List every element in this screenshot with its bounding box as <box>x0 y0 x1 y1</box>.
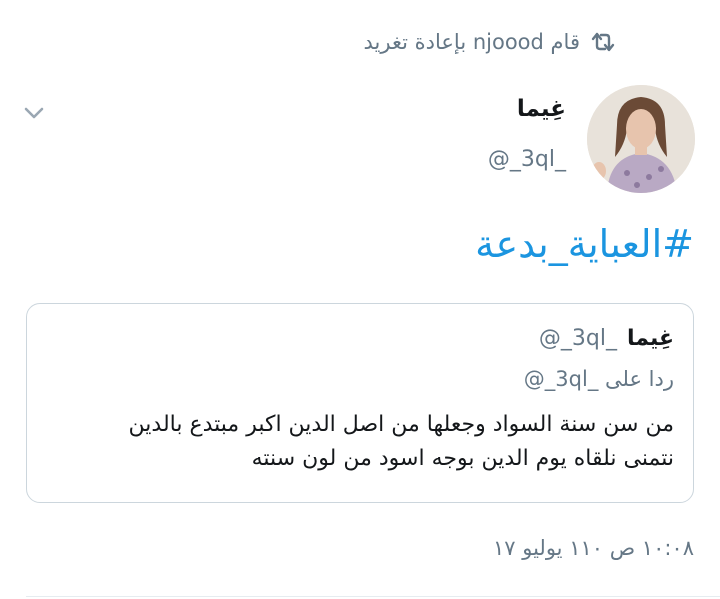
quoted-text-line-1: من سن سنة السواد وجعلها من اصل الدين اكب… <box>128 412 674 437</box>
quoted-tweet-card[interactable]: غِيما @_3ql_ ردا على @_3ql_ من سن سنة ال… <box>26 303 694 503</box>
hashtag-link[interactable]: #العباية_بدعة <box>475 222 694 266</box>
reply-prefix: ردا على <box>598 367 674 391</box>
retweet-context[interactable]: قام njoood بإعادة تغريد <box>364 30 616 54</box>
quoted-author-name: غِيما <box>626 326 674 351</box>
reply-context: ردا على @_3ql_ <box>524 367 674 391</box>
retweet-text: قام njoood بإعادة تغريد <box>363 30 580 54</box>
divider <box>26 596 720 597</box>
tweet-timestamp[interactable]: ١٠:٠٨ ص ١١٠ يوليو ١٧ <box>493 536 694 560</box>
retweet-icon <box>591 32 615 52</box>
quoted-tweet-header: غِيما @_3ql_ <box>539 326 674 351</box>
avatar-image <box>587 85 695 193</box>
reply-handle[interactable]: @_3ql_ <box>524 367 599 391</box>
quoted-author-handle: @_3ql_ <box>538 326 617 351</box>
chevron-down-icon[interactable] <box>22 104 46 122</box>
author-handle[interactable]: @_3ql_ <box>488 147 566 172</box>
author-name[interactable]: غِيما <box>517 96 566 122</box>
avatar[interactable] <box>587 85 695 193</box>
quoted-tweet-text: من سن سنة السواد وجعلها من اصل الدين اكب… <box>44 408 674 476</box>
quoted-text-line-2: نتمنى نلقاه يوم الدين بوجه اسود من لون س… <box>251 446 674 471</box>
